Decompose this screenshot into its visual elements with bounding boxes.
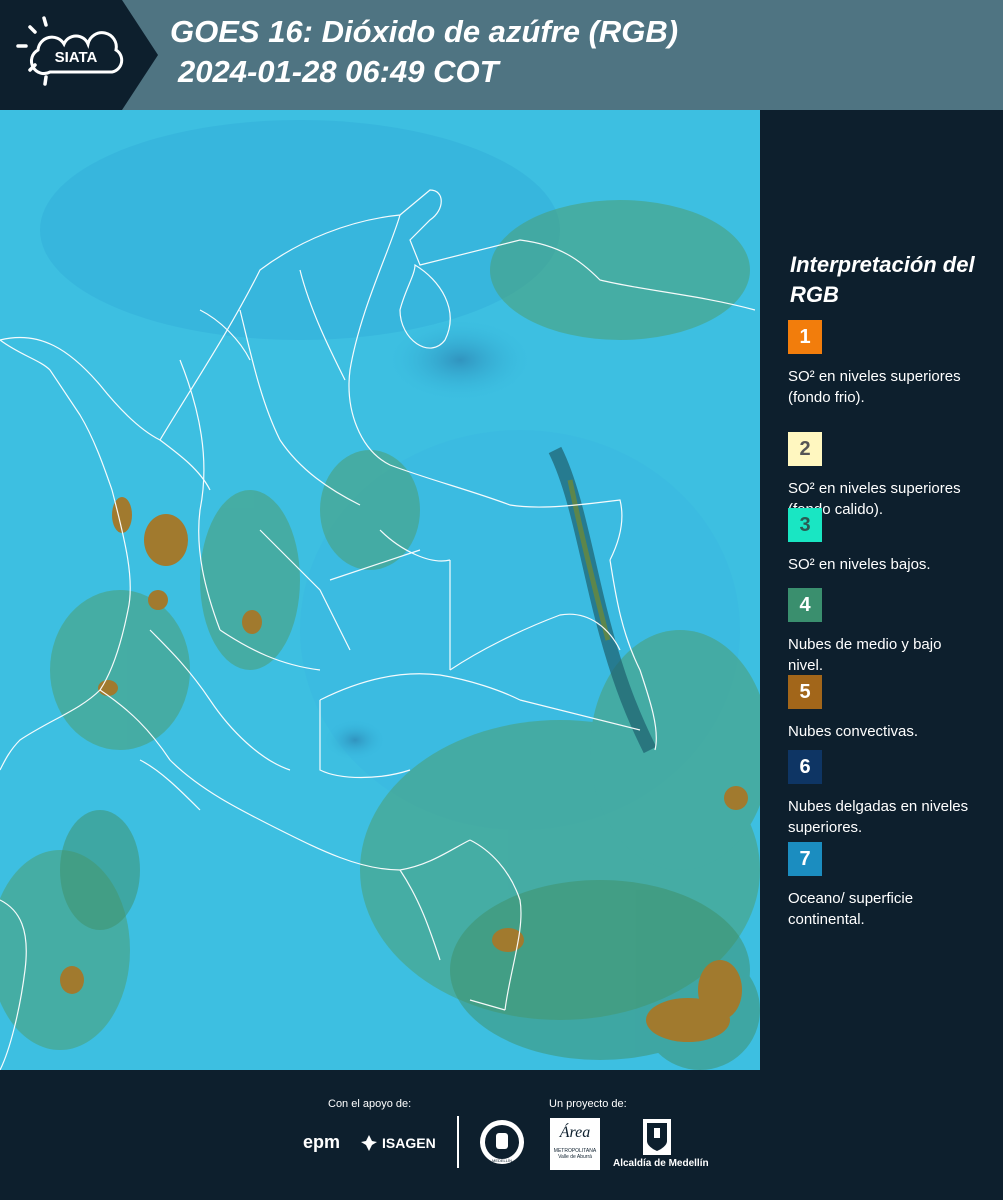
timestamp: 2024-01-28 06:49 COT [178, 54, 499, 89]
legend-item: 5 Nubes convectivas. [788, 675, 998, 742]
svg-text:MEDELLÍN: MEDELLÍN [492, 1158, 512, 1163]
legend-swatch: 1 [788, 320, 822, 354]
alcaldia-text: Alcaldía de Medellín [613, 1158, 709, 1169]
epm-logo: epm [303, 1132, 340, 1153]
logo-text: SIATA [55, 49, 98, 66]
legend-swatch: 4 [788, 588, 822, 622]
legend-panel: Interpretación del RGB 1 SO² en niveles s… [760, 110, 1003, 1070]
epm-text: epm [303, 1132, 341, 1152]
legend-text: SO² en niveles superiores (fondo frio). [788, 368, 961, 406]
legend-swatch: 6 [788, 750, 822, 784]
siata-logo: SIATA [0, 0, 158, 110]
alcaldia-shield-icon [643, 1119, 671, 1155]
legend-item: 3 SO² en niveles bajos. [788, 508, 998, 575]
metro-sub2-text: Valle de Aburrá [558, 1154, 592, 1160]
legend-item: 4 Nubes de medio y bajo nivel. [788, 588, 998, 676]
support-label: Con el apoyo de: [328, 1098, 412, 1110]
isagen-icon [361, 1135, 377, 1151]
legend-text: Oceano/ superficie continental. [788, 890, 914, 928]
isagen-logo: ISAGEN [360, 1134, 436, 1152]
medellin-seal-icon: MEDELLÍN [480, 1120, 524, 1164]
map-canvas [0, 110, 760, 1070]
legend-item: 6 Nubes delgadas en niveles superiores. [788, 750, 998, 838]
header-bar: SIATA GOES 16: Dióxido de azúfre (RGB) 2… [0, 0, 1003, 110]
legend-text: Nubes delgadas en niveles superiores. [788, 798, 969, 836]
legend-item: 7 Oceano/ superficie continental. [788, 842, 998, 930]
page-title: GOES 16: Dióxido de azúfre (RGB) [170, 14, 679, 49]
legend-title: Interpretación del RGB [790, 252, 975, 307]
legend-item: 2 SO² en niveles superiores (fondo calido… [788, 432, 998, 520]
legend-swatch: 3 [788, 508, 822, 542]
legend-item: 1 SO² en niveles superiores (fondo frio). [788, 320, 998, 408]
legend-swatch: 5 [788, 675, 822, 709]
satellite-map[interactable] [0, 110, 760, 1070]
legend-swatch: 2 [788, 432, 822, 466]
area-metropolitana-logo: Área METROPOLITANA Valle de Aburrá [550, 1118, 600, 1170]
legend-text: SO² en niveles bajos. [788, 556, 931, 573]
legend-text: Nubes convectivas. [788, 723, 919, 740]
legend-text: Nubes de medio y bajo nivel. [788, 636, 942, 674]
project-label: Un proyecto de: [549, 1098, 627, 1110]
legend-swatch: 7 [788, 842, 822, 876]
metro-a-text: Área [559, 1124, 591, 1141]
isagen-text: ISAGEN [382, 1135, 436, 1151]
footer: Con el apoyo de: Un proyecto de: epm ISA… [0, 1070, 1003, 1200]
footer-divider [457, 1116, 459, 1168]
